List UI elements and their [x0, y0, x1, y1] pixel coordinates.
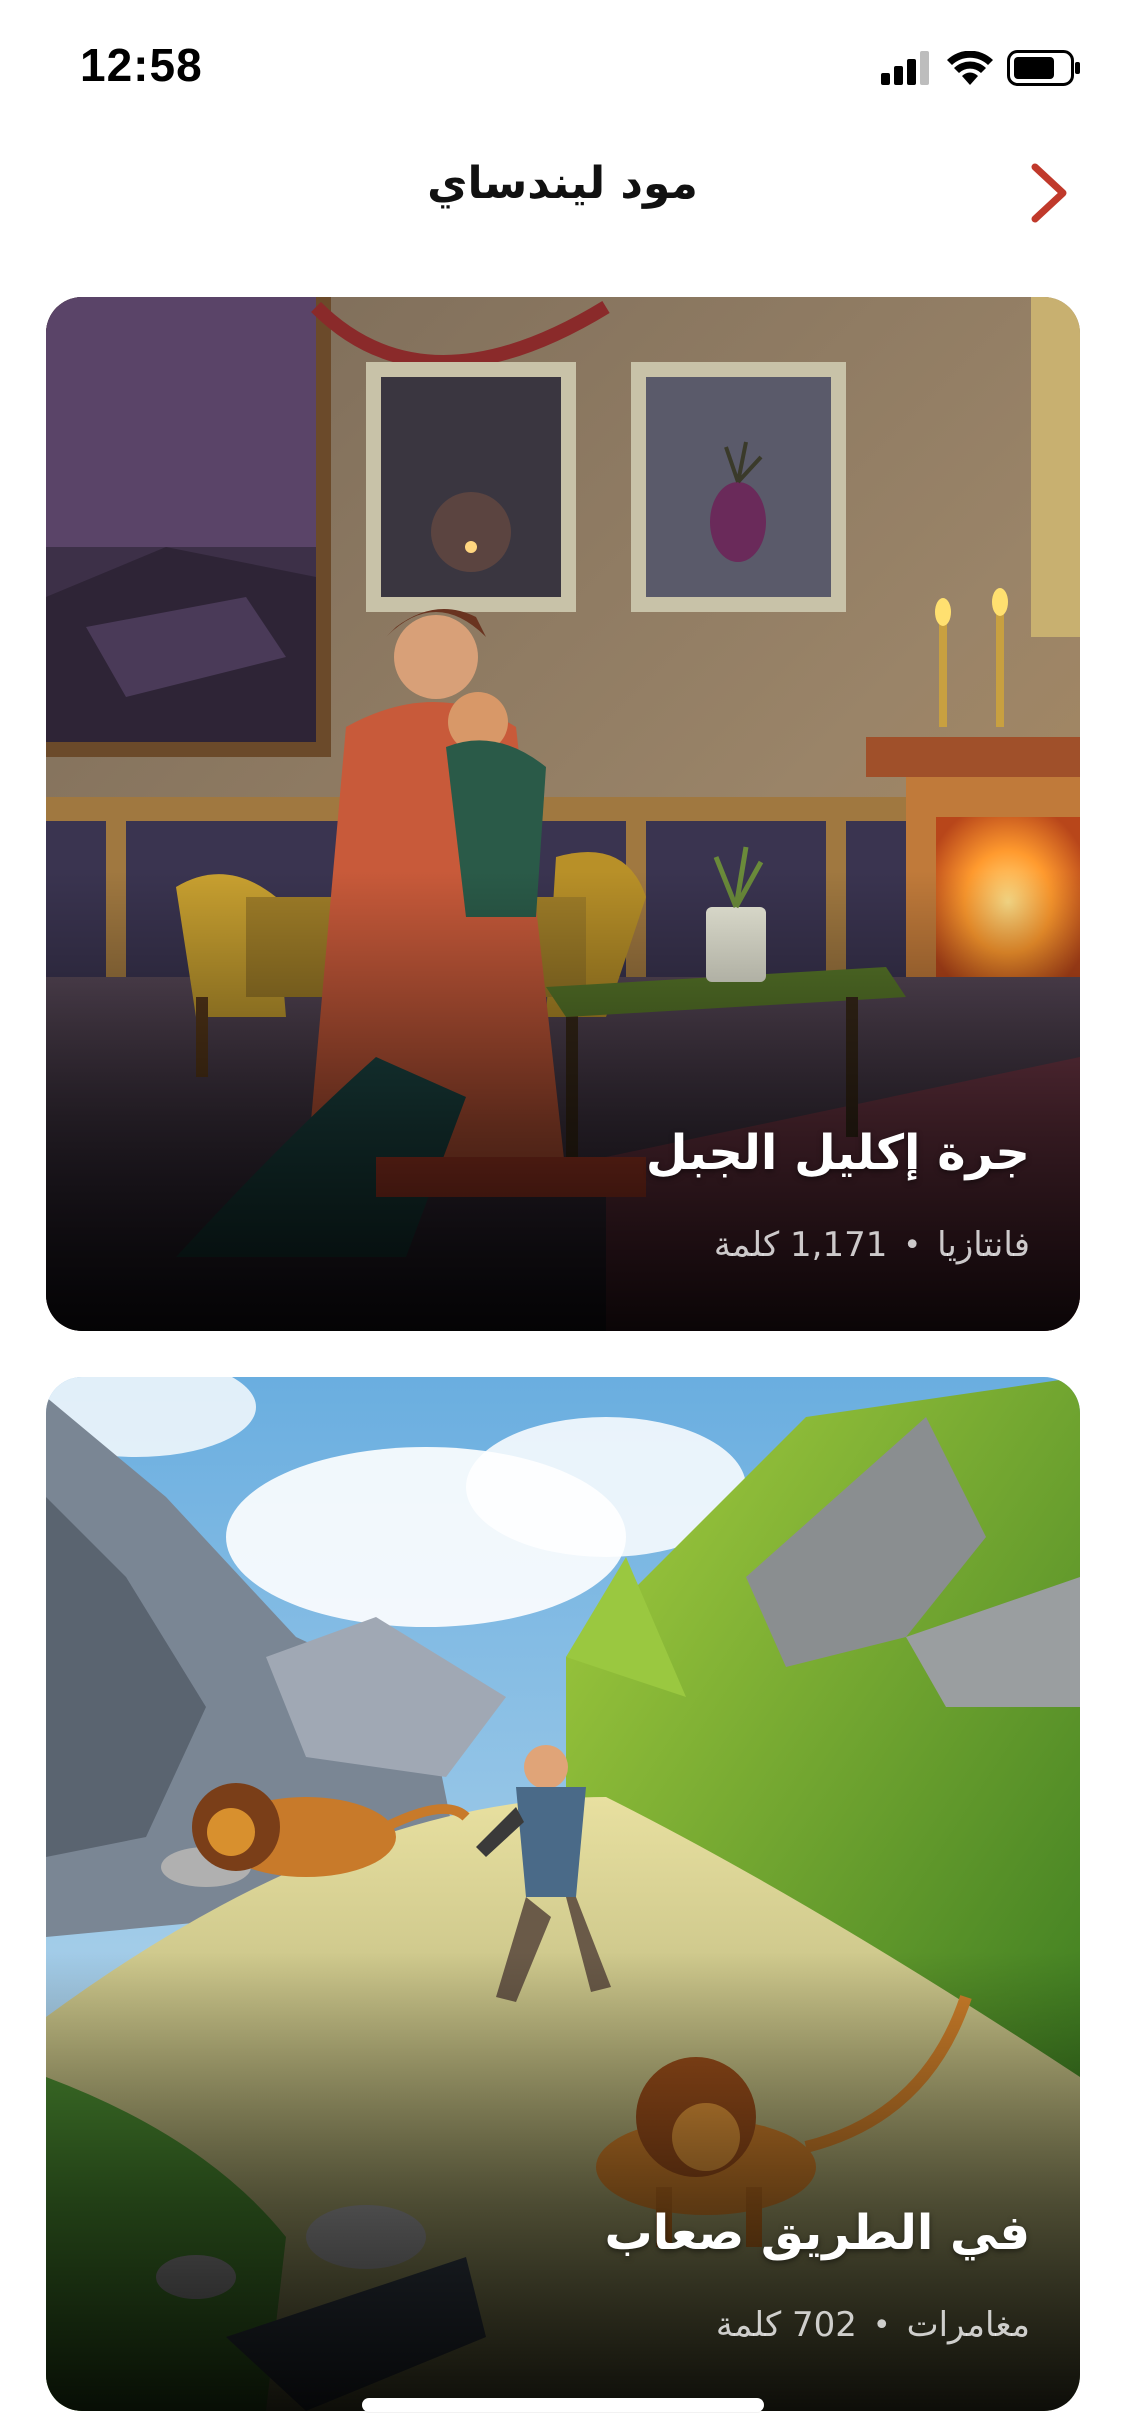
page-title: مود ليندساي [427, 158, 698, 209]
story-card[interactable]: في الطريق صعاب مغامرات • 702 كلمة [46, 1377, 1080, 2411]
story-word-count: 1,171 كلمة [713, 1225, 888, 1265]
story-title: في الطريق صعاب [604, 2205, 1030, 2261]
header: مود ليندساي [0, 140, 1125, 240]
status-bar: 12:58 [0, 0, 1125, 132]
story-meta: فانتازيا • 1,171 كلمة [714, 1225, 1030, 1265]
home-indicator[interactable] [362, 2398, 764, 2412]
chevron-right-icon [1031, 163, 1067, 223]
story-genre: مغامرات [906, 2305, 1030, 2345]
wifi-icon [947, 51, 993, 85]
screen: 12:58 مود ليندساي جرة إكليل الجبل فانتاز… [0, 0, 1125, 2436]
story-genre: فانتازيا [937, 1225, 1030, 1265]
meta-separator: • [872, 2307, 891, 2343]
story-meta: مغامرات • 702 كلمة [716, 2305, 1030, 2345]
battery-icon [1007, 50, 1080, 86]
status-icons [881, 48, 1081, 88]
back-button[interactable] [1019, 158, 1079, 228]
story-word-count: 702 كلمة [715, 2305, 857, 2345]
status-time: 12:58 [80, 39, 203, 91]
meta-separator: • [903, 1227, 922, 1263]
story-title: جرة إكليل الجبل [645, 1125, 1030, 1181]
cellular-signal-icon [881, 51, 929, 85]
story-card[interactable]: جرة إكليل الجبل فانتازيا • 1,171 كلمة [46, 297, 1080, 1331]
